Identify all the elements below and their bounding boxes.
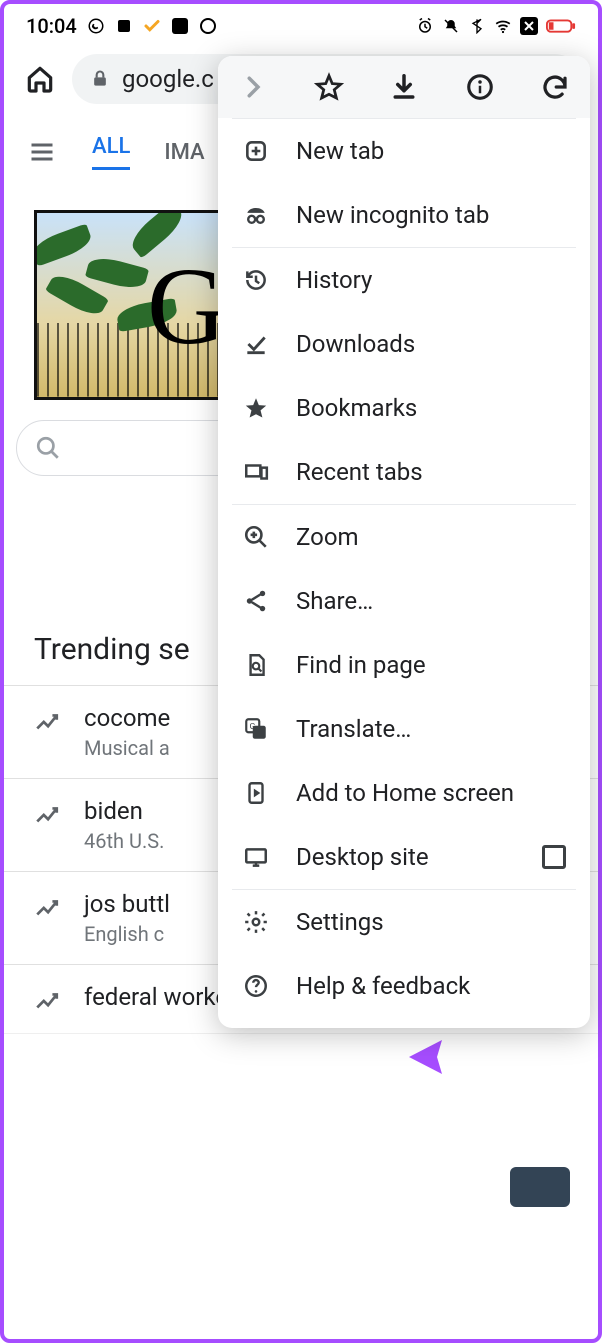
trending-subtitle: Musical a xyxy=(84,736,170,760)
menu-label: Share… xyxy=(296,587,373,615)
new-tab-icon xyxy=(242,137,270,165)
desktop-site-checkbox[interactable] xyxy=(542,845,566,869)
svg-text:G: G xyxy=(250,722,256,732)
forward-button[interactable] xyxy=(236,70,270,104)
wifi-icon xyxy=(494,17,512,35)
menu-desktop-site[interactable]: Desktop site xyxy=(232,825,576,889)
menu-new-tab[interactable]: New tab xyxy=(232,119,576,183)
browser-menu: New tab New incognito tab History Downlo… xyxy=(218,56,590,1028)
whatsapp-icon xyxy=(87,17,105,35)
history-icon xyxy=(242,266,270,294)
menu-label: Downloads xyxy=(296,330,415,358)
app-icon xyxy=(115,17,133,35)
tab-images[interactable]: IMA xyxy=(164,140,204,165)
menu-label: New incognito tab xyxy=(296,201,489,229)
menu-label: Add to Home screen xyxy=(296,779,514,807)
status-time: 10:04 xyxy=(26,14,77,38)
mute-icon xyxy=(442,17,460,35)
menu-downloads[interactable]: Downloads xyxy=(232,312,576,376)
menu-share[interactable]: Share… xyxy=(232,569,576,633)
incognito-icon xyxy=(242,201,270,229)
bookmark-button[interactable] xyxy=(312,70,346,104)
trending-icon xyxy=(34,710,60,736)
check-icon xyxy=(143,17,161,35)
desktop-icon xyxy=(242,843,270,871)
trending-thumbnail xyxy=(510,1167,570,1207)
alarm-icon xyxy=(416,17,434,35)
evernote-icon xyxy=(171,17,189,35)
menu-label: History xyxy=(296,266,372,294)
menu-label: Recent tabs xyxy=(296,458,423,486)
trending-icon xyxy=(34,989,60,1015)
menu-label: Bookmarks xyxy=(296,394,417,422)
search-icon xyxy=(35,435,61,461)
reload-button[interactable] xyxy=(538,70,572,104)
trending-icon xyxy=(34,803,60,829)
info-button[interactable] xyxy=(463,70,497,104)
circle-icon xyxy=(199,17,217,35)
menu-label: Translate… xyxy=(296,715,411,743)
trending-subtitle: 46th U.S. xyxy=(84,829,164,853)
trending-title-text: jos buttl xyxy=(84,890,170,918)
google-doodle[interactable]: G xyxy=(34,210,234,400)
no-sim-icon xyxy=(520,17,538,35)
menu-label: Help & feedback xyxy=(296,972,470,1000)
menu-zoom[interactable]: Zoom xyxy=(232,505,576,569)
add-home-icon xyxy=(242,779,270,807)
settings-icon xyxy=(242,908,270,936)
trending-item[interactable] xyxy=(4,1033,598,1070)
help-icon xyxy=(242,972,270,1000)
find-icon xyxy=(242,651,270,679)
menu-add-home[interactable]: Add to Home screen xyxy=(232,761,576,825)
downloads-icon xyxy=(242,330,270,358)
url-text: google.c xyxy=(122,65,214,93)
bluetooth-icon xyxy=(468,17,486,35)
tab-all[interactable]: ALL xyxy=(92,134,130,170)
menu-recent-tabs[interactable]: Recent tabs xyxy=(232,440,576,504)
menu-label: Settings xyxy=(296,908,384,936)
bookmarks-icon xyxy=(242,394,270,422)
share-icon xyxy=(242,587,270,615)
lock-icon xyxy=(90,69,110,89)
menu-bookmarks[interactable]: Bookmarks xyxy=(232,376,576,440)
menu-settings[interactable]: Settings xyxy=(232,890,576,954)
home-button[interactable] xyxy=(22,61,58,97)
menu-history[interactable]: History xyxy=(232,248,576,312)
menu-find-in-page[interactable]: Find in page xyxy=(232,633,576,697)
menu-label: Zoom xyxy=(296,523,359,551)
translate-icon: G xyxy=(242,715,270,743)
trending-subtitle: English c xyxy=(84,922,170,946)
menu-label: Desktop site xyxy=(296,843,429,871)
download-button[interactable] xyxy=(387,70,421,104)
menu-incognito[interactable]: New incognito tab xyxy=(232,183,576,247)
menu-label: Find in page xyxy=(296,651,426,679)
trending-icon xyxy=(34,896,60,922)
recent-tabs-icon xyxy=(242,458,270,486)
status-bar: 10:04 xyxy=(4,4,598,44)
trending-title-text: biden xyxy=(84,797,164,825)
hamburger-icon[interactable] xyxy=(28,138,58,166)
zoom-icon xyxy=(242,523,270,551)
menu-translate[interactable]: G Translate… xyxy=(232,697,576,761)
trending-title-text: cocome xyxy=(84,704,170,732)
menu-help[interactable]: Help & feedback xyxy=(232,954,576,1018)
menu-label: New tab xyxy=(296,137,384,165)
battery-low-icon xyxy=(546,17,576,35)
